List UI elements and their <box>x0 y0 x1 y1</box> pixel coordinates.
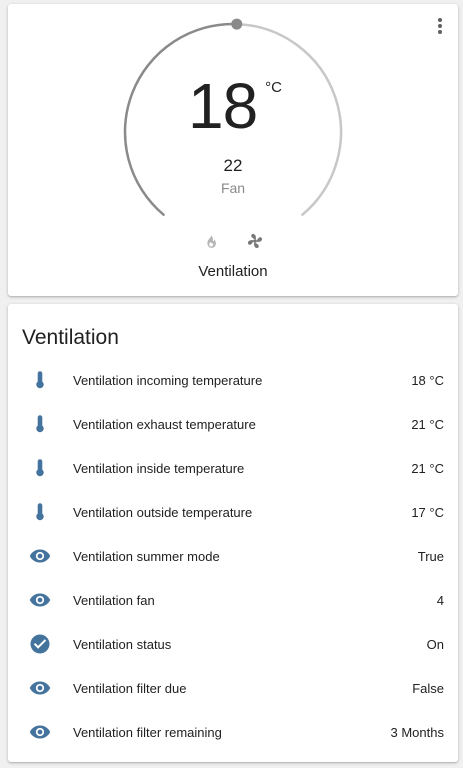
entity-state: 3 Months <box>390 724 444 740</box>
eye-icon <box>28 588 52 612</box>
fire-icon[interactable] <box>199 229 223 253</box>
entity-name: Ventilation summer mode <box>73 548 220 564</box>
entity-name: Ventilation outside temperature <box>73 504 253 520</box>
entity-name: Ventilation inside temperature <box>73 460 245 476</box>
card-title: Ventilation <box>22 326 119 349</box>
entity-name: Ventilation incoming temperature <box>73 372 263 388</box>
fan-icon[interactable] <box>243 229 267 253</box>
entity-name: Ventilation filter due <box>73 680 187 696</box>
entity-row[interactable]: Ventilation inside temperature 21 °C <box>8 446 458 490</box>
dial-handle <box>231 18 243 30</box>
entity-state: False <box>412 680 444 696</box>
thermometer-icon <box>28 500 52 524</box>
entity-row[interactable]: Ventilation filter due False <box>8 666 458 710</box>
check-circle-icon <box>28 632 52 656</box>
target-temperature: 22 <box>223 156 243 175</box>
entity-row[interactable]: Ventilation outside temperature 17 °C <box>8 490 458 534</box>
entity-row[interactable]: Ventilation incoming temperature 18 °C <box>8 358 458 402</box>
eye-icon <box>28 544 52 568</box>
entity-state: 4 <box>436 592 444 608</box>
entity-row[interactable]: Ventilation filter remaining 3 Months <box>8 710 458 754</box>
entity-state: 21 °C <box>411 416 444 432</box>
entity-state: 21 °C <box>411 460 444 476</box>
mode-selector <box>8 229 458 253</box>
eye-icon <box>28 676 52 700</box>
entity-name: Ventilation exhaust temperature <box>73 416 256 432</box>
entity-row[interactable]: Ventilation exhaust temperature 21 °C <box>8 402 458 446</box>
entity-state: On <box>426 636 444 652</box>
entity-name: Ventilation status <box>73 636 172 652</box>
entity-state: 18 °C <box>411 372 444 388</box>
entity-name: Ventilation fan <box>73 592 155 608</box>
eye-icon <box>28 720 52 744</box>
entities-card: Ventilation Ventilation incoming tempera… <box>8 304 458 762</box>
entity-row[interactable]: Ventilation status On <box>8 622 458 666</box>
entity-row[interactable]: Ventilation fan 4 <box>8 578 458 622</box>
entity-state: 17 °C <box>411 504 444 520</box>
entity-name: Ventilation filter remaining <box>73 724 222 740</box>
entity-row[interactable]: Ventilation summer mode True <box>8 534 458 578</box>
thermostat-card: 18 °C 22 Fan Ventilation <box>8 4 458 296</box>
thermometer-icon <box>28 456 52 480</box>
thermometer-icon <box>28 368 52 392</box>
hvac-mode-label: Fan <box>220 180 246 196</box>
thermostat-name: Ventilation <box>198 263 268 280</box>
thermometer-icon <box>28 412 52 436</box>
entity-state: True <box>417 548 444 564</box>
